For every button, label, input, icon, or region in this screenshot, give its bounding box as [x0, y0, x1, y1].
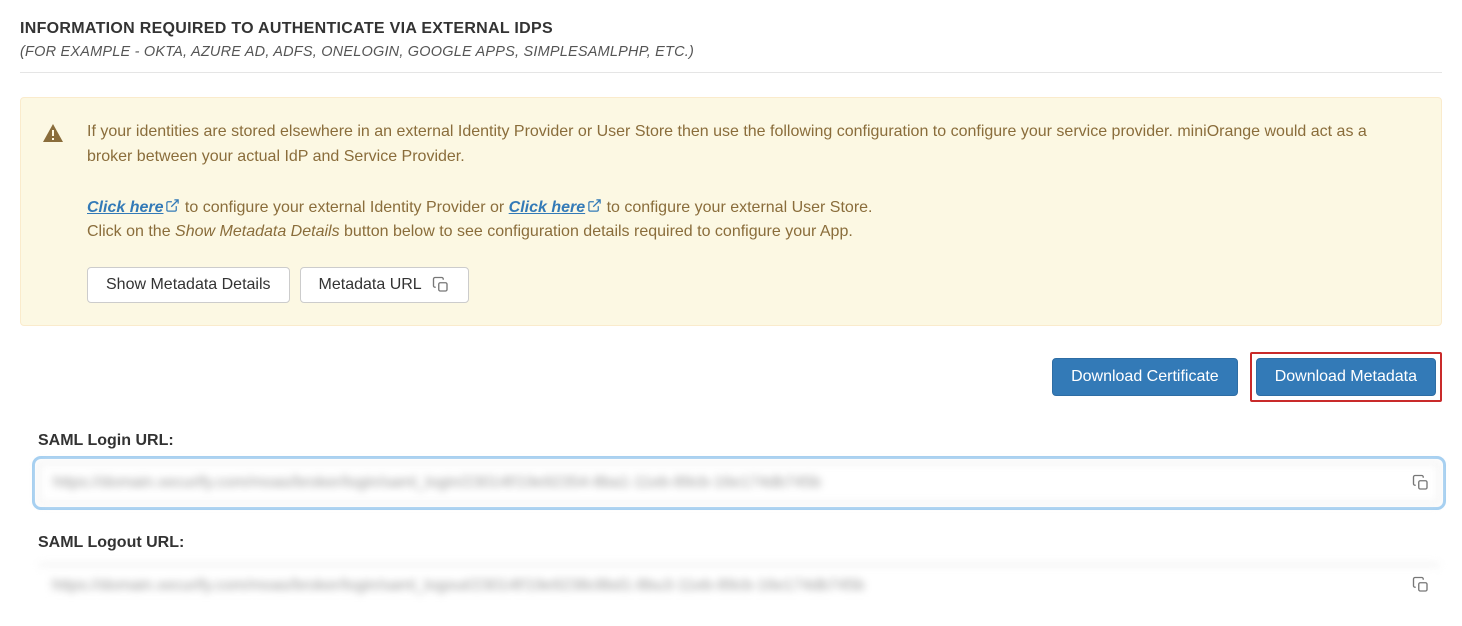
metadata-url-label: Metadata URL: [319, 276, 422, 294]
copy-login-url-button[interactable]: [1412, 474, 1430, 492]
download-button-row: Download Certificate Download Metadata: [20, 352, 1442, 402]
download-certificate-button[interactable]: Download Certificate: [1052, 358, 1238, 396]
saml-login-url-input[interactable]: [38, 462, 1440, 504]
show-metadata-emphasis: Show Metadata Details: [175, 223, 340, 240]
show-metadata-details-button[interactable]: Show Metadata Details: [87, 267, 290, 303]
metadata-url-button[interactable]: Metadata URL: [300, 267, 469, 303]
alert-line-2: Click here to configure your external Id…: [87, 196, 1413, 246]
download-metadata-button[interactable]: Download Metadata: [1256, 358, 1436, 396]
saml-login-url-group: SAML Login URL:: [20, 432, 1442, 504]
saml-logout-url-wrapper: [38, 564, 1440, 606]
external-link-icon: [165, 198, 180, 213]
section-title: INFORMATION REQUIRED TO AUTHENTICATE VIA…: [20, 20, 1442, 38]
external-link-icon: [587, 198, 602, 213]
saml-logout-url-input[interactable]: [38, 564, 1440, 606]
configure-idp-link[interactable]: Click here: [87, 199, 180, 216]
configure-userstore-link[interactable]: Click here: [509, 199, 602, 216]
alert-content: If your identities are stored elsewhere …: [87, 120, 1413, 303]
section-header: INFORMATION REQUIRED TO AUTHENTICATE VIA…: [20, 20, 1442, 60]
copy-icon: [1412, 576, 1430, 594]
copy-icon: [1412, 474, 1430, 492]
copy-logout-url-button[interactable]: [1412, 576, 1430, 594]
download-metadata-highlight: Download Metadata: [1250, 352, 1442, 402]
warning-icon: [41, 122, 65, 146]
saml-login-url-wrapper: [38, 462, 1440, 504]
section-subtitle: (FOR EXAMPLE - OKTA, AZURE AD, ADFS, ONE…: [20, 44, 1442, 60]
copy-icon: [432, 276, 450, 294]
saml-login-url-label: SAML Login URL:: [38, 432, 1442, 450]
saml-logout-url-group: SAML Logout URL:: [20, 534, 1442, 606]
alert-line-1: If your identities are stored elsewhere …: [87, 120, 1413, 170]
divider: [20, 72, 1442, 73]
info-alert: If your identities are stored elsewhere …: [20, 97, 1442, 326]
alert-button-row: Show Metadata Details Metadata URL: [87, 267, 1413, 303]
saml-logout-url-label: SAML Logout URL:: [38, 534, 1442, 552]
